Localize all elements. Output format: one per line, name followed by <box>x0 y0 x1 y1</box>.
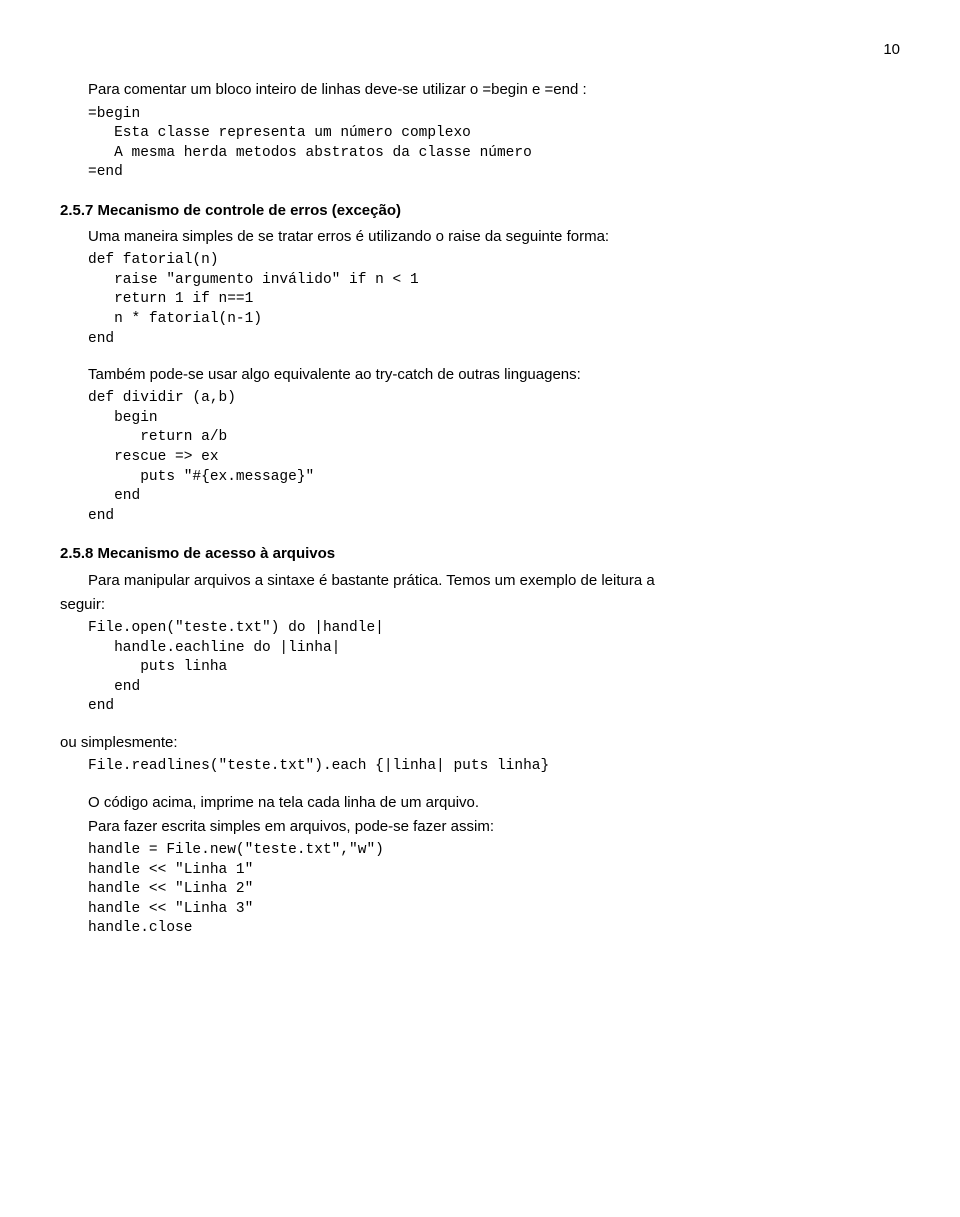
heading-258: 2.5.8 Mecanismo de acesso à arquivos <box>60 544 900 564</box>
paragraph-write: Para fazer escrita simples em arquivos, … <box>60 817 900 837</box>
code-block-file-open: File.open("teste.txt") do |handle| handl… <box>88 619 900 717</box>
paragraph-explain: O código acima, imprime na tela cada lin… <box>60 793 900 813</box>
heading-257: 2.5.7 Mecanismo de controle de erros (ex… <box>60 201 900 221</box>
paragraph-or-simply: ou simplesmente: <box>60 733 900 753</box>
code-block-fatorial: def fatorial(n) raise "argumento inválid… <box>88 251 900 349</box>
page-number: 10 <box>60 40 900 60</box>
code-block-readlines: File.readlines("teste.txt").each {|linha… <box>88 757 900 777</box>
code-block-dividir: def dividir (a,b) begin return a/b rescu… <box>88 389 900 526</box>
paragraph-intro: Para comentar um bloco inteiro de linhas… <box>60 80 900 100</box>
code-block-begin-end: =begin Esta classe representa um número … <box>88 105 900 183</box>
paragraph-trycatch: Também pode-se usar algo equivalente ao … <box>60 365 900 385</box>
code-block-file-new: handle = File.new("teste.txt","w") handl… <box>88 841 900 939</box>
paragraph-raise: Uma maneira simples de se tratar erros é… <box>60 227 900 247</box>
paragraph-files-a: Para manipular arquivos a sintaxe é bast… <box>60 571 900 591</box>
paragraph-files-b: seguir: <box>60 595 900 615</box>
